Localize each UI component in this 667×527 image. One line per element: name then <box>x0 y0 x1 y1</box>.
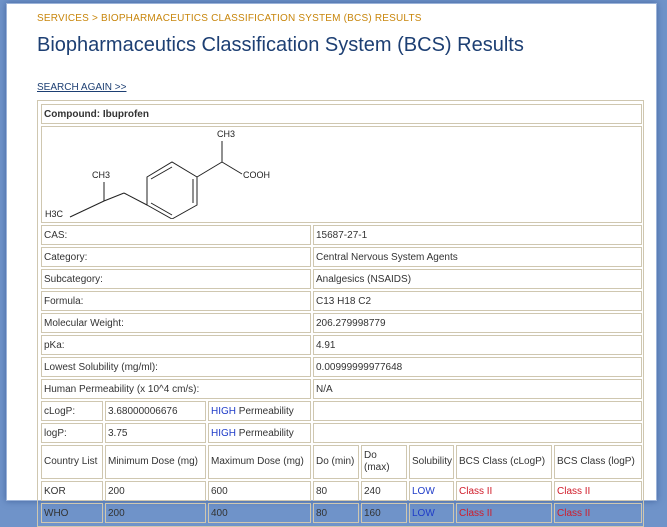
permeability-label: logP: <box>41 423 103 443</box>
structure-cell: CH3 COOH CH3 H3C <box>41 126 643 223</box>
solubility-cell: LOW <box>409 503 454 523</box>
empty-cell <box>313 401 643 421</box>
permeability-class: HIGH Permeability <box>208 423 311 443</box>
permeability-value: 3.75 <box>105 423 206 443</box>
results-page: SERVICES > BIOPHARMACEUTICS CLASSIFICATI… <box>6 3 657 527</box>
property-row: Formula: C13 H18 C2 <box>41 291 643 311</box>
ibuprofen-structure-image: CH3 COOH CH3 H3C <box>45 129 270 220</box>
property-row: Lowest Solubility (mg/ml): 0.00999999977… <box>41 357 643 377</box>
do-min-cell: 80 <box>313 503 359 523</box>
property-label: Human Permeability (x 10^4 cm/s): <box>41 379 311 399</box>
solubility-cell: LOW <box>409 481 454 501</box>
permeability-suffix: Permeability <box>236 405 294 417</box>
table-row: KOR 200 600 80 240 LOW Class II Class II <box>41 481 643 501</box>
column-header: Solubility <box>409 445 454 479</box>
property-row: pKa: 4.91 <box>41 335 643 355</box>
max-dose-cell: 600 <box>208 481 311 501</box>
property-row: Human Permeability (x 10^4 cm/s): N/A <box>41 379 643 399</box>
column-header: BCS Class (cLogP) <box>456 445 552 479</box>
property-label: Subcategory: <box>41 269 311 289</box>
breadcrumb[interactable]: SERVICES > BIOPHARMACEUTICS CLASSIFICATI… <box>37 13 422 24</box>
property-row: CAS: 15687-27-1 <box>41 225 643 245</box>
property-label: Category: <box>41 247 311 267</box>
results-table: Compound: Ibuprofen CH3 COOH CH3 H3C CAS… <box>39 102 644 525</box>
bcs-logp-cell: Class II <box>554 503 643 523</box>
permeability-level: HIGH <box>211 405 236 417</box>
do-min-cell: 80 <box>313 481 359 501</box>
property-value: Analgesics (NSAIDS) <box>313 269 643 289</box>
property-value: 15687-27-1 <box>313 225 643 245</box>
search-again-link[interactable]: SEARCH AGAIN >> <box>37 82 126 93</box>
do-max-cell: 160 <box>361 503 407 523</box>
permeability-suffix: Permeability <box>236 427 294 439</box>
bcs-clogp-cell: Class II <box>456 481 552 501</box>
column-header: Do (max) <box>361 445 407 479</box>
column-header: BCS Class (logP) <box>554 445 643 479</box>
permeability-level: HIGH <box>211 427 236 439</box>
cooh-label: COOH <box>243 170 270 180</box>
property-label: CAS: <box>41 225 311 245</box>
column-header: Minimum Dose (mg) <box>105 445 206 479</box>
property-label: Formula: <box>41 291 311 311</box>
property-row: Subcategory: Analgesics (NSAIDS) <box>41 269 643 289</box>
bcs-logp-cell: Class II <box>554 481 643 501</box>
property-label: pKa: <box>41 335 311 355</box>
ch3-left-label: CH3 <box>92 170 110 180</box>
country-cell: WHO <box>41 503 103 523</box>
min-dose-cell: 200 <box>105 481 206 501</box>
permeability-row: logP: 3.75 HIGH Permeability <box>41 423 643 443</box>
benzene-ring <box>146 161 198 220</box>
property-row: Molecular Weight: 206.279998779 <box>41 313 643 333</box>
h3c-label: H3C <box>45 209 64 219</box>
ch3-top-label: CH3 <box>217 129 235 139</box>
permeability-class: HIGH Permeability <box>208 401 311 421</box>
property-label: Molecular Weight: <box>41 313 311 333</box>
permeability-row: cLogP: 3.68000006676 HIGH Permeability <box>41 401 643 421</box>
results-panel: Compound: Ibuprofen CH3 COOH CH3 H3C CAS… <box>37 100 644 527</box>
column-header: Do (min) <box>313 445 359 479</box>
do-max-cell: 240 <box>361 481 407 501</box>
compound-name: Compound: Ibuprofen <box>41 104 643 124</box>
page-title: Biopharmaceutics Classification System (… <box>37 34 524 56</box>
property-value: 4.91 <box>313 335 643 355</box>
column-header: Country List <box>41 445 103 479</box>
property-label: Lowest Solubility (mg/ml): <box>41 357 311 377</box>
empty-cell <box>313 423 643 443</box>
property-value: N/A <box>313 379 643 399</box>
property-value: 206.279998779 <box>313 313 643 333</box>
table-row: WHO 200 400 80 160 LOW Class II Class II <box>41 503 643 523</box>
bcs-clogp-cell: Class II <box>456 503 552 523</box>
max-dose-cell: 400 <box>208 503 311 523</box>
country-cell: KOR <box>41 481 103 501</box>
property-value: 0.00999999977648 <box>313 357 643 377</box>
column-header: Maximum Dose (mg) <box>208 445 311 479</box>
min-dose-cell: 200 <box>105 503 206 523</box>
permeability-label: cLogP: <box>41 401 103 421</box>
property-row: Category: Central Nervous System Agents <box>41 247 643 267</box>
property-value: C13 H18 C2 <box>313 291 643 311</box>
dose-table-header: Country List Minimum Dose (mg) Maximum D… <box>41 445 643 479</box>
permeability-value: 3.68000006676 <box>105 401 206 421</box>
property-value: Central Nervous System Agents <box>313 247 643 267</box>
